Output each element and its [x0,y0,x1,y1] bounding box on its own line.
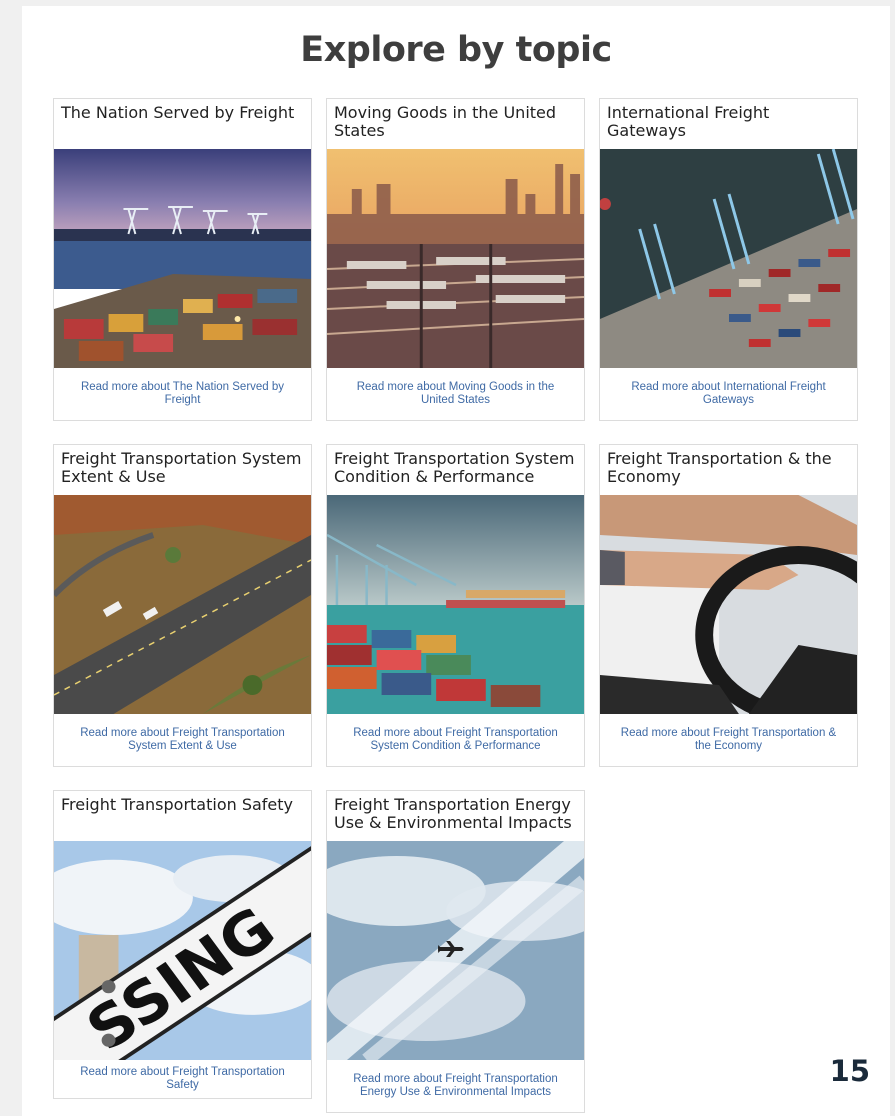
rail-yard-city-skyline-image[interactable] [327,149,584,368]
read-more-link[interactable]: Read more about Freight Transportation S… [54,1060,311,1098]
topic-card-system-condition-performance: Freight Transportation System Condition … [326,444,585,767]
page-number: 15 [829,1054,870,1088]
card-title: Freight Transportation & the Economy [607,449,832,486]
card-title: Moving Goods in the United States [334,103,557,140]
card-title: Freight Transportation Energy Use & Envi… [334,795,572,832]
airplane-sky-contrails-image[interactable] [327,841,584,1060]
topic-card-energy-environment: Freight Transportation Energy Use & Envi… [326,790,585,1113]
topic-card-international-gateways: International Freight Gateways Read more… [599,98,858,421]
read-more-link[interactable]: Read more about International Freight Ga… [600,368,857,420]
read-more-link[interactable]: Read more about Freight Transportation S… [327,714,584,766]
card-title: The Nation Served by Freight [61,103,295,122]
topic-card-safety: Freight Transportation Safety SSING Read… [53,790,312,1099]
hands-steering-wheel-image[interactable] [600,495,857,714]
container-port-dusk-image[interactable] [54,149,311,368]
page: Explore by topic The Nation Served by Fr… [22,6,890,1116]
read-more-link[interactable]: Read more about Freight Transportation &… [600,714,857,766]
card-title: Freight Transportation Safety [61,795,294,814]
page-heading: Explore by topic [300,30,612,70]
read-more-link[interactable]: Read more about Freight Transportation E… [327,1060,584,1112]
topic-card-system-extent-use: Freight Transportation System Extent & U… [53,444,312,767]
port-cranes-containers-image[interactable] [327,495,584,714]
railroad-crossing-sign-image[interactable]: SSING [54,841,311,1060]
topic-card-moving-goods: Moving Goods in the United States Read m… [326,98,585,421]
read-more-link[interactable]: Read more about Moving Goods in the Unit… [327,368,584,420]
topic-card-nation-served: The Nation Served by Freight Read more a… [53,98,312,421]
read-more-link[interactable]: Read more about Freight Transportation S… [54,714,311,766]
card-title: International Freight Gateways [607,103,770,140]
aerial-port-cranes-image[interactable] [600,149,857,368]
read-more-link[interactable]: Read more about The Nation Served by Fre… [54,368,311,420]
topic-card-transportation-economy: Freight Transportation & the Economy Rea… [599,444,858,767]
card-title: Freight Transportation System Condition … [334,449,575,486]
card-title: Freight Transportation System Extent & U… [61,449,302,486]
highway-trucks-desert-image[interactable] [54,495,311,714]
